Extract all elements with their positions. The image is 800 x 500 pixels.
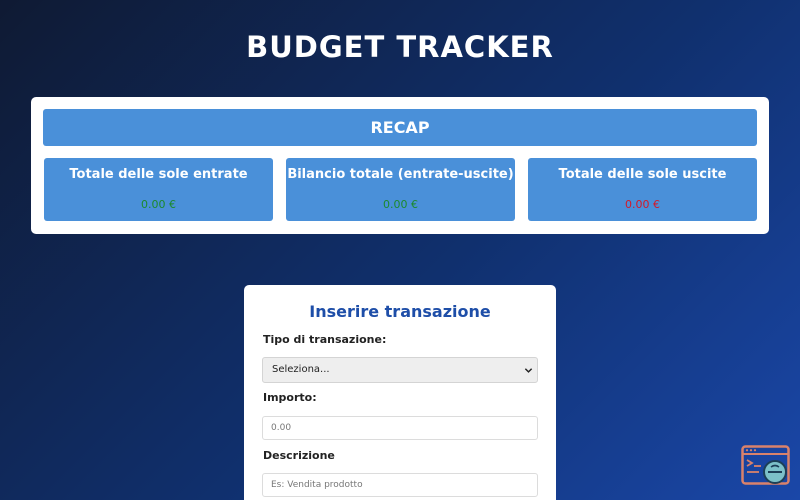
description-label: Descrizione (263, 449, 335, 462)
income-total-value: 0.00 € (141, 198, 176, 211)
app-logo-icon (741, 445, 790, 485)
expenses-total-value: 0.00 € (625, 198, 660, 211)
recap-box-balance: Bilancio totale (entrate-uscite) 0.00 € (286, 158, 515, 221)
recap-box-income: Totale delle sole entrate 0.00 € (44, 158, 273, 221)
recap-card: RECAP Totale delle sole entrate 0.00 € B… (31, 97, 769, 234)
transaction-type-label: Tipo di transazione: (263, 333, 387, 346)
app-title: BUDGET TRACKER (246, 30, 554, 64)
amount-input[interactable] (262, 416, 538, 440)
recap-header: RECAP (43, 109, 757, 146)
transaction-form: Inserire transazione Tipo di transazione… (244, 285, 556, 500)
recap-box-expenses: Totale delle sole uscite 0.00 € (528, 158, 757, 221)
chevron-down-icon (524, 368, 533, 373)
income-total-label: Totale delle sole entrate (69, 167, 248, 182)
balance-total-value: 0.00 € (383, 198, 418, 211)
transaction-type-selected: Seleziona... (272, 364, 330, 375)
form-title: Inserire transazione (309, 302, 491, 321)
balance-total-label: Bilancio totale (entrate-uscite) (287, 167, 514, 182)
amount-label: Importo: (263, 391, 317, 404)
description-input[interactable] (262, 473, 538, 497)
expenses-total-label: Totale delle sole uscite (558, 167, 727, 182)
transaction-type-select[interactable]: Seleziona... (262, 357, 538, 383)
